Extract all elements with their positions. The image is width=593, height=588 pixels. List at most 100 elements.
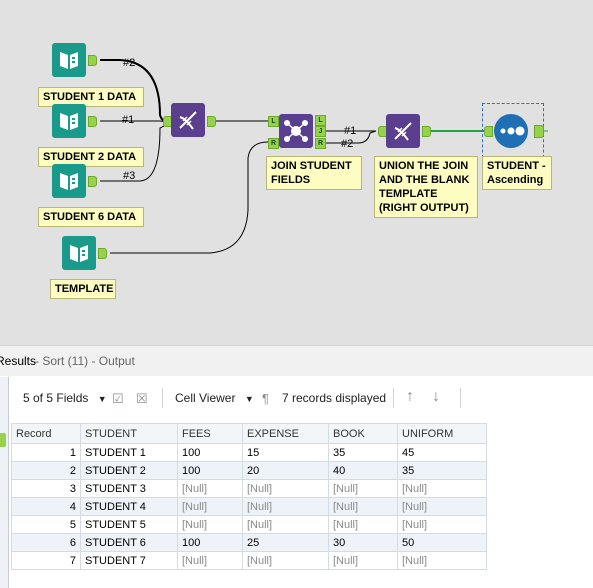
- cell-student[interactable]: STUDENT 5: [80, 515, 178, 534]
- cell-expense[interactable]: [Null]: [242, 551, 329, 570]
- results-header: Results - Sort (11) - Output: [0, 345, 593, 376]
- output-anchor-marker[interactable]: [0, 433, 6, 447]
- student2-input-tool[interactable]: [52, 104, 86, 138]
- table-row[interactable]: 7 STUDENT 7 [Null] [Null] [Null] [Null]: [11, 551, 487, 570]
- col-record[interactable]: Record: [11, 423, 81, 444]
- pilcrow-icon[interactable]: ¶: [262, 391, 269, 406]
- cell-uniform[interactable]: [Null]: [397, 497, 487, 516]
- join-out-right[interactable]: R: [315, 138, 326, 149]
- cell-record[interactable]: 6: [11, 533, 81, 552]
- student1-input-tool[interactable]: [52, 43, 86, 77]
- cell-student[interactable]: STUDENT 7: [80, 551, 178, 570]
- cell-expense[interactable]: 20: [242, 461, 329, 480]
- cell-record[interactable]: 7: [11, 551, 81, 570]
- cell-uniform[interactable]: 35: [397, 461, 487, 480]
- join-out-join[interactable]: J: [315, 126, 326, 137]
- cell-expense[interactable]: [Null]: [242, 515, 329, 534]
- cell-student[interactable]: STUDENT 3: [80, 479, 178, 498]
- cell-fees[interactable]: 100: [177, 461, 243, 480]
- wire-label-s1: #2: [123, 57, 136, 69]
- arrow-up-icon[interactable]: ↑: [406, 388, 414, 406]
- cell-student[interactable]: STUDENT 6: [80, 533, 178, 552]
- results-title: Results: [0, 354, 37, 368]
- cell-uniform[interactable]: [Null]: [397, 479, 487, 498]
- cell-expense[interactable]: [Null]: [242, 497, 329, 516]
- cell-fees[interactable]: [Null]: [177, 497, 243, 516]
- cell-book[interactable]: 40: [328, 461, 398, 480]
- cell-record[interactable]: 5: [11, 515, 81, 534]
- cell-fees[interactable]: 100: [177, 443, 243, 462]
- cell-expense[interactable]: [Null]: [242, 479, 329, 498]
- student-ascending-label: STUDENT - Ascending: [482, 156, 552, 190]
- cell-uniform[interactable]: [Null]: [397, 515, 487, 534]
- col-fees[interactable]: FEES: [177, 423, 243, 444]
- book-icon: [60, 52, 78, 69]
- col-uniform[interactable]: UNIFORM: [397, 423, 487, 444]
- fields-dropdown[interactable]: 5 of 5 Fields ▼: [23, 391, 107, 405]
- cell-fees[interactable]: [Null]: [177, 515, 243, 534]
- table-row[interactable]: 3 STUDENT 3 [Null] [Null] [Null] [Null]: [11, 479, 487, 498]
- join-left-input[interactable]: L: [268, 116, 279, 127]
- output-anchor[interactable]: [98, 248, 107, 259]
- cell-fees[interactable]: 100: [177, 533, 243, 552]
- cell-viewer-dropdown[interactable]: Cell Viewer ▼: [175, 391, 254, 405]
- sort-tool[interactable]: [494, 114, 528, 148]
- cell-record[interactable]: 2: [11, 461, 81, 480]
- cell-uniform[interactable]: 45: [397, 443, 487, 462]
- cell-record[interactable]: 4: [11, 497, 81, 516]
- cell-record[interactable]: 3: [11, 479, 81, 498]
- output-anchor[interactable]: [88, 176, 97, 187]
- col-book[interactable]: BOOK: [328, 423, 398, 444]
- cell-fees[interactable]: [Null]: [177, 551, 243, 570]
- wire-label-s2: #1: [122, 114, 135, 126]
- book-icon: [60, 113, 78, 130]
- cell-uniform[interactable]: 50: [397, 533, 487, 552]
- arrow-down-icon[interactable]: ↓: [432, 388, 440, 406]
- wire-label-r2: #2: [341, 138, 354, 150]
- workflow-canvas[interactable]: #2 STUDENT 1 DATA #1 STUDENT 2 DATA #3 S…: [0, 0, 593, 345]
- table-row[interactable]: 5 STUDENT 5 [Null] [Null] [Null] [Null]: [11, 515, 487, 534]
- cell-book[interactable]: 35: [328, 443, 398, 462]
- cell-book[interactable]: [Null]: [328, 515, 398, 534]
- divider: [460, 388, 461, 408]
- checkbox-icon[interactable]: ☑: [112, 391, 124, 407]
- cell-book[interactable]: [Null]: [328, 479, 398, 498]
- table-row[interactable]: 2 STUDENT 2 100 20 40 35: [11, 461, 487, 480]
- table-row[interactable]: 1 STUDENT 1 100 15 35 45: [11, 443, 487, 462]
- cell-fees[interactable]: [Null]: [177, 479, 243, 498]
- output-anchor[interactable]: [534, 125, 544, 138]
- output-anchor[interactable]: [88, 55, 97, 66]
- cell-student[interactable]: STUDENT 2: [80, 461, 178, 480]
- output-anchor[interactable]: [207, 116, 216, 127]
- join-out-left[interactable]: L: [315, 115, 326, 126]
- cell-expense[interactable]: 25: [242, 533, 329, 552]
- cell-record[interactable]: 1: [11, 443, 81, 462]
- output-anchor[interactable]: [422, 126, 431, 137]
- sort-dots-icon: [500, 126, 525, 136]
- join-tool[interactable]: [279, 114, 313, 148]
- join-right-input[interactable]: R: [268, 138, 279, 149]
- input-anchor[interactable]: [484, 126, 493, 137]
- cell-book[interactable]: [Null]: [328, 551, 398, 570]
- caret-down-icon: ▼: [244, 394, 254, 404]
- cell-uniform[interactable]: [Null]: [397, 551, 487, 570]
- records-displayed: 7 records displayed: [282, 391, 387, 405]
- left-rail: [0, 377, 9, 588]
- table-row[interactable]: 4 STUDENT 4 [Null] [Null] [Null] [Null]: [11, 497, 487, 516]
- union-tool-1[interactable]: [171, 103, 205, 137]
- col-expense[interactable]: EXPENSE: [242, 423, 329, 444]
- cell-book[interactable]: 30: [328, 533, 398, 552]
- cell-book[interactable]: [Null]: [328, 497, 398, 516]
- col-student[interactable]: STUDENT: [80, 423, 178, 444]
- table-row[interactable]: 6 STUDENT 6 100 25 30 50: [11, 533, 487, 552]
- divider: [393, 388, 394, 408]
- cell-student[interactable]: STUDENT 4: [80, 497, 178, 516]
- template-input-tool[interactable]: [62, 236, 96, 270]
- cell-expense[interactable]: 15: [242, 443, 329, 462]
- output-anchor[interactable]: [88, 116, 97, 127]
- student6-input-tool[interactable]: [52, 164, 86, 198]
- clear-box-icon[interactable]: ☒: [136, 391, 148, 407]
- cell-student[interactable]: STUDENT 1: [80, 443, 178, 462]
- join-network-icon: [284, 120, 308, 142]
- union-tool-2[interactable]: [386, 114, 420, 148]
